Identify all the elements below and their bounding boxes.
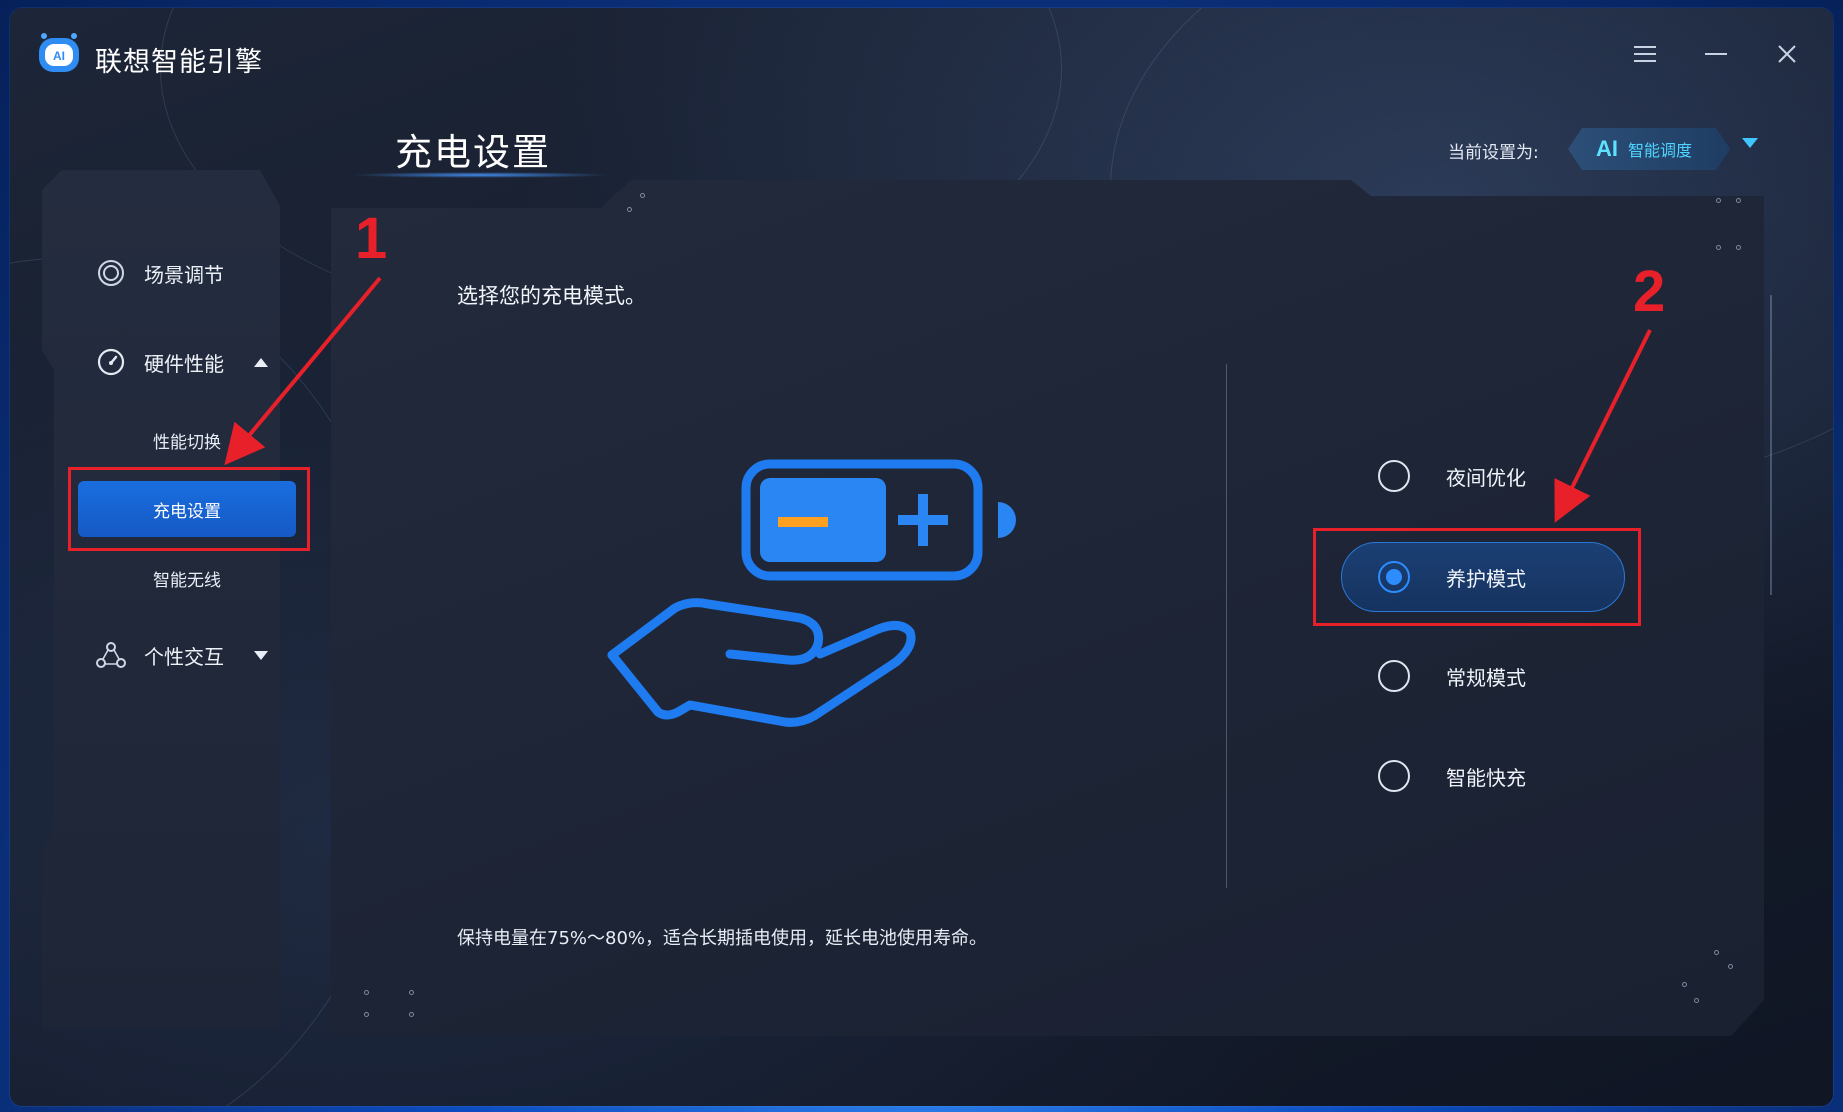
mode-option-fast[interactable]: 智能快充 [1378,760,1526,792]
battery-icon [741,459,1016,581]
menu-button[interactable] [1625,34,1665,74]
sidebar-item-scene[interactable]: 场景调节 [96,258,224,288]
collapse-caret-icon [254,357,268,367]
expand-caret-icon [254,650,268,660]
sidebar-item-label: 场景调节 [144,262,224,287]
decor-dot [1736,245,1741,250]
current-setting-label: 当前设置为: [1448,143,1539,163]
main-scrollbar[interactable] [1770,295,1772,595]
radio-button[interactable] [1378,660,1410,692]
target-icon [96,258,126,288]
current-mode-badge[interactable]: AI 智能调度 [1568,128,1730,170]
annotation-number-2: 2 [1633,259,1666,324]
mode-label: 常规模式 [1446,665,1526,690]
decor-dot [1716,198,1721,203]
radio-button[interactable] [1378,760,1410,792]
decor-dot [1714,950,1719,955]
annotation-number-1: 1 [355,206,388,271]
hand-icon [607,598,916,727]
annotation-box-1 [68,467,310,551]
page-title: 充电设置 [395,131,551,174]
decor-dot [640,193,645,198]
current-mode-text: 智能调度 [1628,141,1693,160]
decor-dot [1694,998,1699,1003]
app-title: 联想智能引擎 [95,47,263,78]
sidebar-item-hardware[interactable]: 硬件性能 [96,347,268,377]
decor-dot [364,990,369,995]
close-icon [1778,45,1796,63]
minimize-button[interactable] [1696,34,1736,74]
decor-dot [627,207,632,212]
svg-text:AI: AI [53,49,65,63]
decor-dot [409,990,414,995]
hamburger-icon [1634,46,1656,62]
annotation-box-2 [1313,528,1641,626]
ai-badge-text: AI [1596,136,1618,161]
sidebar-item-label: 硬件性能 [144,351,224,376]
decor-dot [1728,964,1733,969]
charging-mode-prompt: 选择您的充电模式。 [457,284,646,308]
decor-dot [364,1012,369,1017]
gauge-icon [96,347,126,377]
decor-dot [1736,198,1741,203]
radio-button[interactable] [1378,460,1410,492]
sidebar-item-interaction[interactable]: 个性交互 [96,640,268,670]
decor-dot [1682,982,1687,987]
network-icon [96,640,126,670]
mode-description: 保持电量在75%～80%，适合长期插电使用，延长电池使用寿命。 [457,928,988,949]
close-button[interactable] [1767,34,1807,74]
app-logo-icon: AI [39,33,79,72]
mode-option-normal[interactable]: 常规模式 [1378,660,1526,692]
mode-dropdown-caret-icon[interactable] [1742,138,1758,148]
mode-option-night[interactable]: 夜间优化 [1378,460,1526,492]
minimize-icon [1705,53,1727,55]
decor-dot [1716,245,1721,250]
sidebar-subitem-wireless[interactable]: 智能无线 [78,550,296,606]
panel-divider [1226,364,1227,888]
sidebar-item-label: 个性交互 [144,644,224,669]
mode-label: 夜间优化 [1446,465,1526,490]
mode-label: 智能快充 [1446,765,1526,790]
decor-dot [409,1012,414,1017]
page-title-underline [350,172,610,178]
sidebar-subitem-performance[interactable]: 性能切换 [78,412,296,468]
battery-hand-illustration [607,459,1016,727]
